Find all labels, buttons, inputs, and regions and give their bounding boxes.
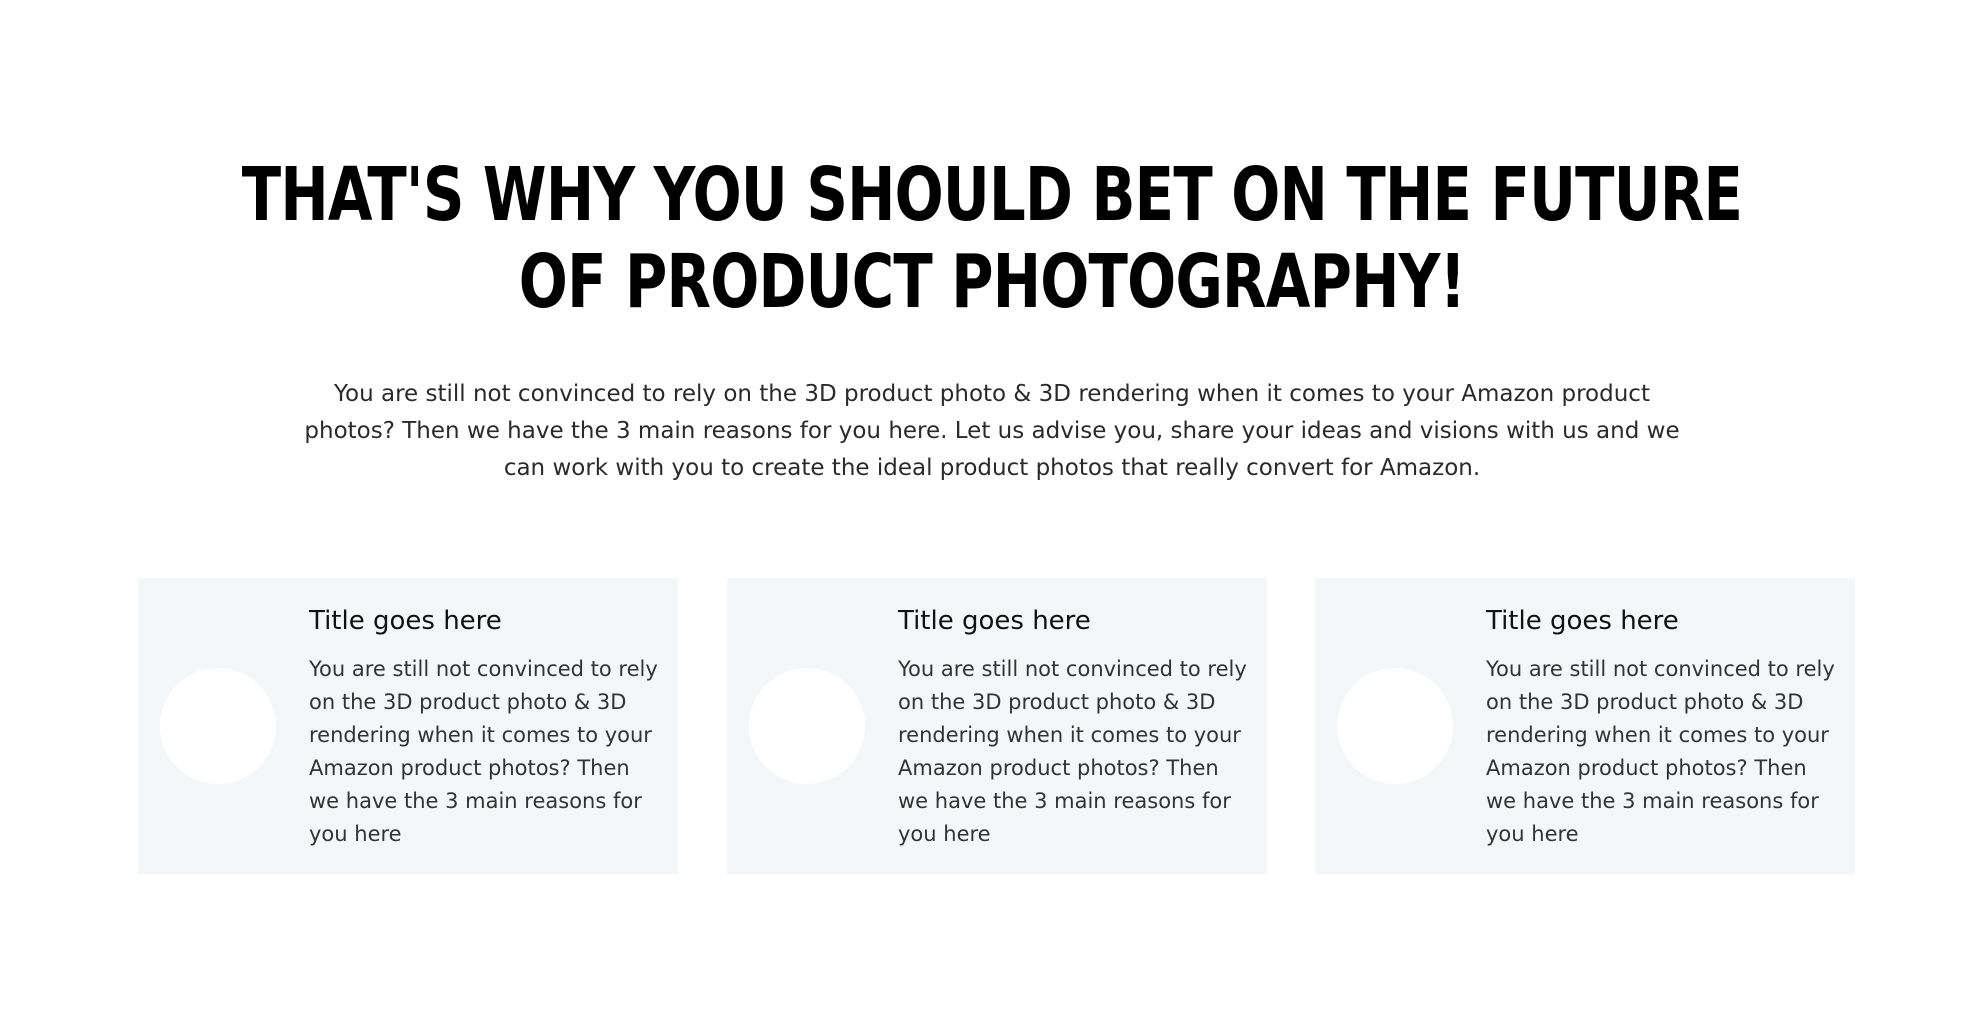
card-icon-placeholder	[160, 668, 276, 784]
card-text: You are still not convinced to rely on t…	[898, 657, 1247, 846]
card-title: Title goes here	[309, 606, 502, 636]
card-text: You are still not convinced to rely on t…	[1486, 657, 1835, 846]
reasons-section: THAT'S WHY YOU SHOULD BET ON THE FUTURE …	[0, 0, 1984, 1024]
card-icon-placeholder	[749, 668, 865, 784]
card-title: Title goes here	[898, 606, 1091, 636]
page-title-line-1: THAT'S WHY YOU SHOULD BET ON THE FUTURE	[241, 152, 1743, 238]
card-text: You are still not convinced to rely on t…	[309, 657, 658, 846]
page-title: THAT'S WHY YOU SHOULD BET ON THE FUTURE …	[218, 152, 1766, 326]
card-icon-placeholder	[1337, 668, 1453, 784]
feature-card: Title goes here You are still not convin…	[1315, 578, 1855, 874]
feature-card: Title goes here You are still not convin…	[727, 578, 1267, 874]
intro-paragraph: You are still not convinced to rely on t…	[304, 381, 1680, 481]
feature-card: Title goes here You are still not convin…	[138, 578, 678, 874]
page-title-line-2: OF PRODUCT PHOTOGRAPHY!	[518, 239, 1466, 325]
card-title: Title goes here	[1486, 606, 1679, 636]
